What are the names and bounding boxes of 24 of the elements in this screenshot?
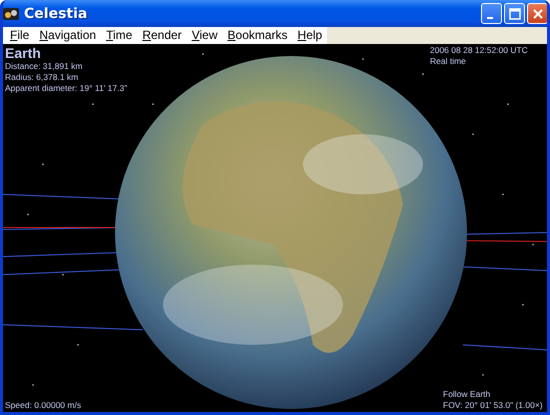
time-mode: Real time (430, 56, 467, 67)
minimize-icon (486, 16, 492, 18)
menu-item[interactable]: Render (137, 27, 187, 44)
close-button[interactable] (527, 3, 547, 24)
object-name: Earth (5, 45, 42, 61)
fov-readout: FOV: 20° 01' 53.0" (1.00×) (443, 400, 543, 411)
follow-mode: Follow Earth (443, 389, 492, 400)
maximize-icon (508, 8, 520, 20)
app-icon (3, 6, 19, 22)
maximize-button[interactable] (504, 3, 525, 24)
object-info: Distance: 31,891 km (5, 61, 84, 72)
close-icon (532, 8, 544, 20)
date-time: 2006 08 28 12:52:00 UTC (430, 45, 528, 56)
menu-item[interactable]: Bookmarks (222, 27, 293, 44)
menu-item[interactable]: Help (292, 27, 328, 44)
menu-item[interactable]: Time (101, 27, 138, 44)
menu-item[interactable]: File (5, 27, 34, 44)
window-title: Celestia (24, 6, 88, 22)
speed-readout: Speed: 0.00000 m/s (5, 400, 82, 411)
object-info: Apparent diameter: 19° 11' 17.3" (5, 83, 128, 94)
menu-item[interactable]: View (186, 27, 222, 44)
menu-item[interactable]: Navigation (34, 27, 102, 44)
object-info: Radius: 6,378.1 km (5, 72, 80, 83)
minimize-button[interactable] (481, 3, 502, 24)
